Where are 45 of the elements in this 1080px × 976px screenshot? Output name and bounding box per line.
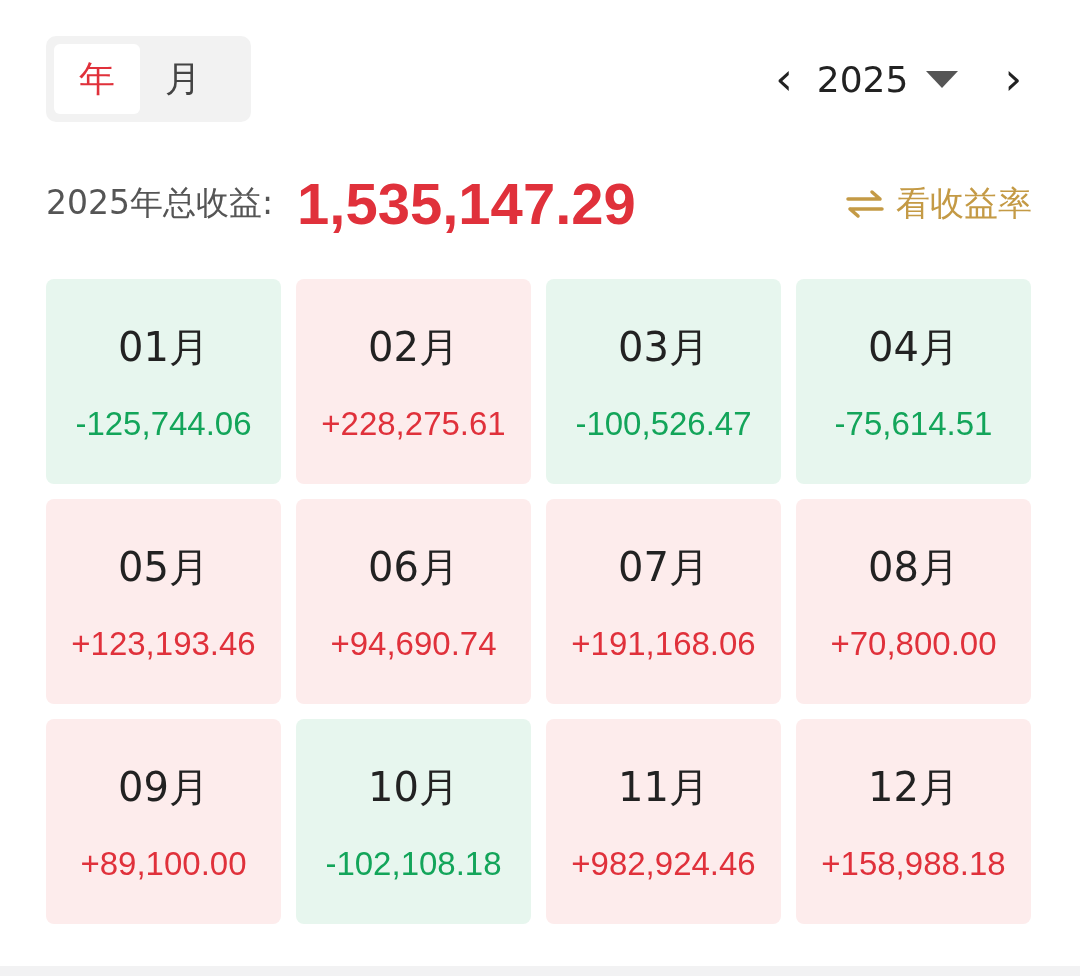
month-profit: +70,800.00 [830, 625, 997, 663]
swap-arrows-icon [846, 188, 884, 219]
month-card[interactable]: 05月 +123,193.46 [46, 499, 281, 704]
month-profit: +982,924.46 [571, 845, 756, 883]
month-label: 04月 [868, 323, 959, 372]
month-card[interactable]: 01月 -125,744.06 [46, 279, 281, 484]
month-profit: +228,275.61 [321, 405, 506, 443]
next-year-button[interactable]: › [998, 57, 1028, 101]
month-label: 09月 [118, 763, 209, 812]
month-card[interactable]: 11月 +982,924.46 [546, 719, 781, 924]
month-card[interactable]: 03月 -100,526.47 [546, 279, 781, 484]
month-profit: +94,690.74 [330, 625, 497, 663]
month-label: 10月 [368, 763, 459, 812]
month-label: 05月 [118, 543, 209, 592]
month-label: 03月 [618, 323, 709, 372]
month-profit: +123,193.46 [71, 625, 256, 663]
month-profit: -102,108.18 [325, 845, 502, 883]
month-card[interactable]: 08月 +70,800.00 [796, 499, 1031, 704]
month-label: 12月 [868, 763, 959, 812]
month-profit: +191,168.06 [571, 625, 756, 663]
month-profit: -125,744.06 [75, 405, 252, 443]
month-card[interactable]: 07月 +191,168.06 [546, 499, 781, 704]
month-profit: -100,526.47 [575, 405, 752, 443]
month-card[interactable]: 04月 -75,614.51 [796, 279, 1031, 484]
month-card[interactable]: 12月 +158,988.18 [796, 719, 1031, 924]
year-label[interactable]: 2025 [816, 58, 909, 100]
month-profit: +158,988.18 [821, 845, 1006, 883]
period-tab[interactable]: 月 [140, 44, 226, 114]
month-label: 07月 [618, 543, 709, 592]
month-label: 02月 [368, 323, 459, 372]
month-card[interactable]: 02月 +228,275.61 [296, 279, 531, 484]
month-label: 08月 [868, 543, 959, 592]
month-card[interactable]: 09月 +89,100.00 [46, 719, 281, 924]
total-value: 1,535,147.29 [297, 170, 636, 237]
month-card[interactable]: 06月 +94,690.74 [296, 499, 531, 704]
month-card[interactable]: 10月 -102,108.18 [296, 719, 531, 924]
month-profit: +89,100.00 [80, 845, 247, 883]
period-tab[interactable]: 年 [54, 44, 140, 114]
month-label: 01月 [118, 323, 209, 372]
month-label: 06月 [368, 543, 459, 592]
total-label: 2025年总收益: [46, 182, 274, 224]
month-label: 11月 [618, 763, 709, 812]
month-profit: -75,614.51 [834, 405, 993, 443]
previous-year-button[interactable]: ‹ [769, 57, 799, 101]
caret-icon[interactable] [926, 69, 959, 89]
